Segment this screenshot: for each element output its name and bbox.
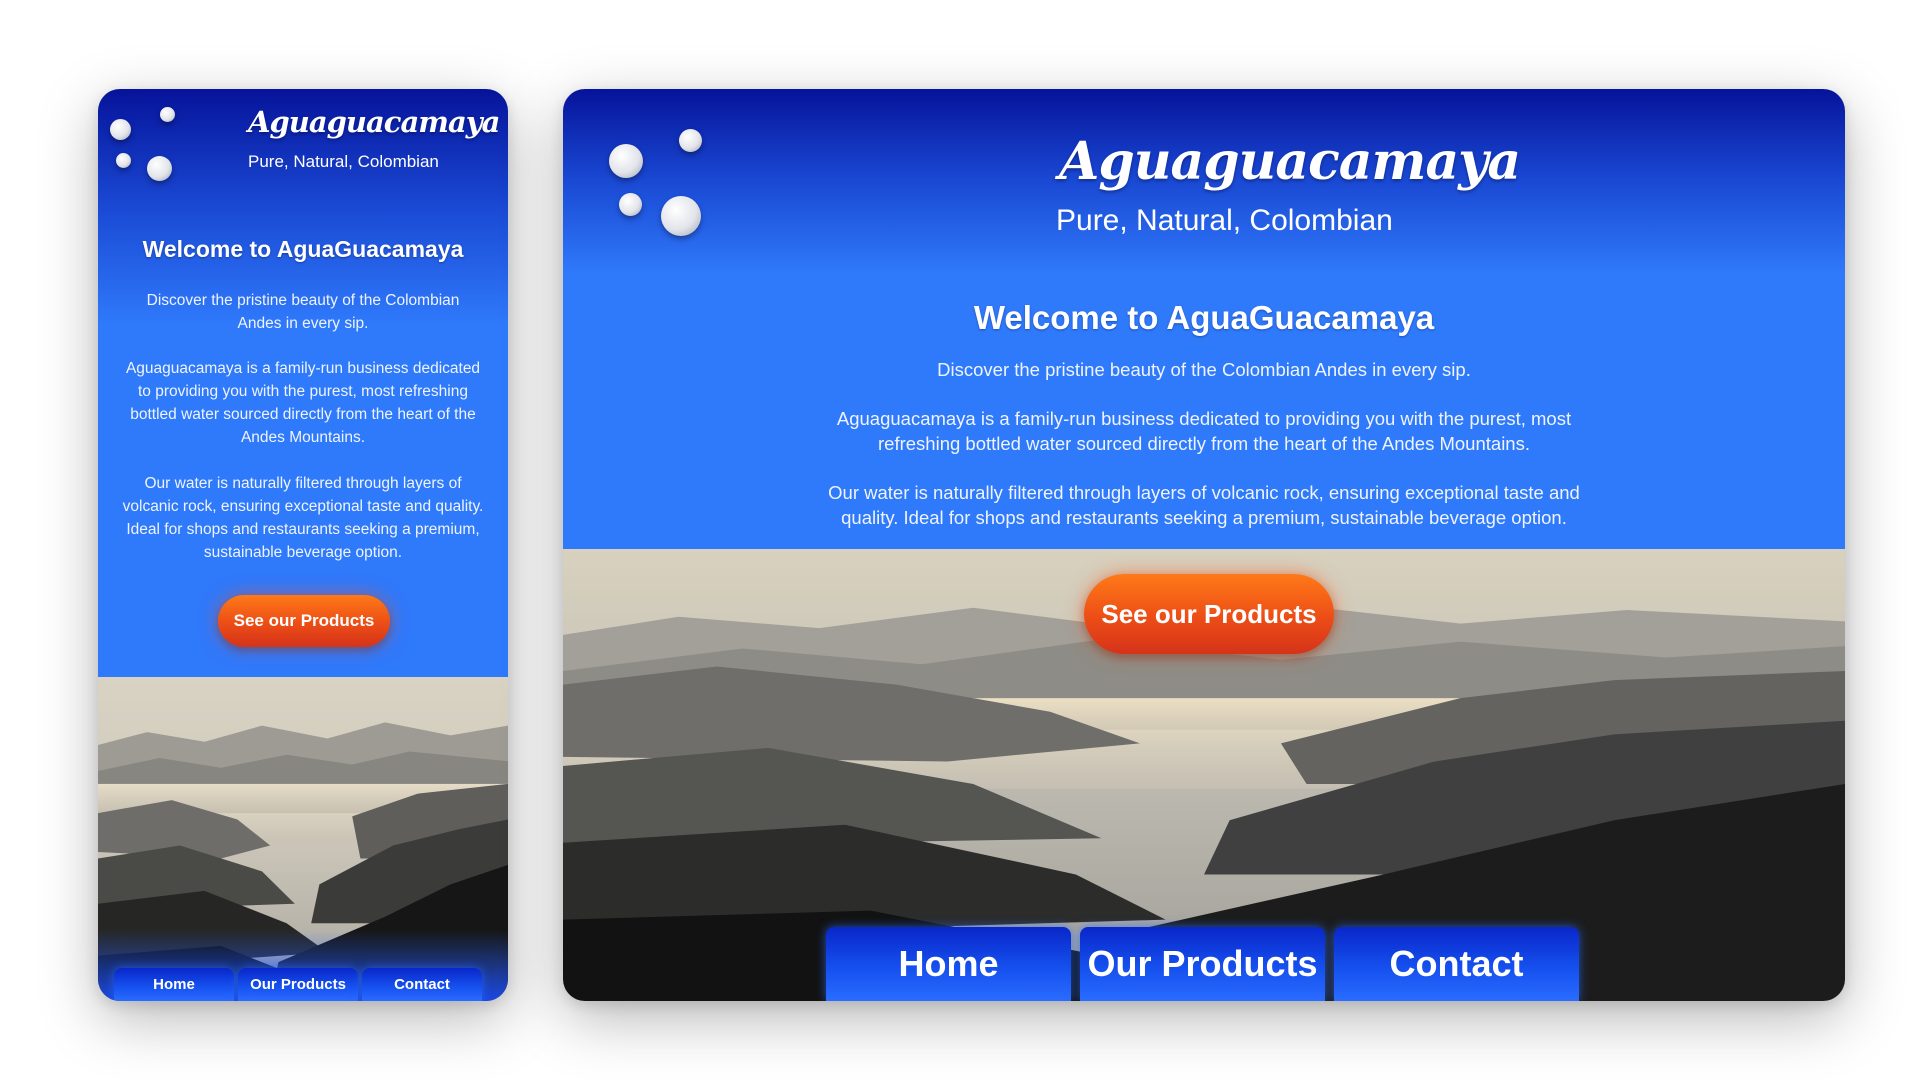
mobile-nav-bar: Home Our Products Contact [114, 968, 482, 1001]
about-paragraph: Aguaguacamaya is a family-run business d… [125, 360, 481, 446]
nav-home[interactable]: Home [114, 968, 234, 1001]
brand-logo[interactable]: Aguaguacamaya [248, 105, 500, 139]
mountain-landscape-image [98, 677, 508, 1001]
mobile-mockup: Aguaguacamaya Pure, Natural, Colombian W… [98, 89, 508, 1001]
nav-our-products[interactable]: Our Products [1080, 927, 1325, 1001]
nav-home[interactable]: Home [826, 927, 1071, 1001]
nav-contact[interactable]: Contact [1334, 927, 1579, 1001]
welcome-title: Welcome to AguaGuacamaya [142, 236, 464, 262]
about-paragraph: Aguaguacamaya is a family-run business d… [836, 408, 1572, 454]
intro-paragraph: Discover the pristine beauty of the Colo… [146, 292, 460, 332]
water-paragraph: Our water is naturally filtered through … [122, 475, 484, 561]
desktop-nav-bar: Home Our Products Contact [826, 927, 1579, 1001]
see-products-button[interactable]: See our Products [218, 595, 390, 647]
nav-our-products[interactable]: Our Products [238, 968, 358, 1001]
nav-contact[interactable]: Contact [362, 968, 482, 1001]
brand-tagline: Pure, Natural, Colombian [248, 152, 439, 171]
brand-logo[interactable]: Aguaguacamaya [1059, 131, 1521, 192]
mobile-hero: Aguaguacamaya Pure, Natural, Colombian W… [98, 89, 508, 677]
showcase-stage: Aguaguacamaya Pure, Natural, Colombian W… [0, 0, 1920, 1080]
desktop-mockup: Aguaguacamaya Pure, Natural, Colombian W… [563, 89, 1845, 1001]
welcome-title: Welcome to AguaGuacamaya [973, 299, 1435, 336]
see-products-button[interactable]: See our Products [1084, 574, 1334, 654]
brand-tagline: Pure, Natural, Colombian [1056, 204, 1393, 237]
desktop-hero: Aguaguacamaya Pure, Natural, Colombian W… [563, 89, 1845, 549]
intro-paragraph: Discover the pristine beauty of the Colo… [937, 359, 1471, 380]
water-paragraph: Our water is naturally filtered through … [828, 482, 1580, 528]
